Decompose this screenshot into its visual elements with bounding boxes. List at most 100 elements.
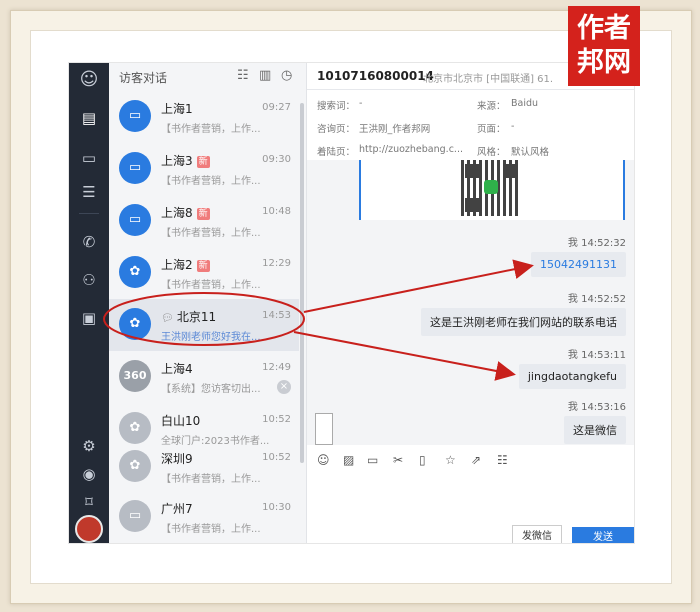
list-item[interactable]: ▭ 上海8 新 10:48 【书作者营销，上作... — [109, 195, 299, 247]
user-avatar[interactable] — [75, 515, 103, 543]
message-input[interactable]: 发微信 发送 — [307, 413, 634, 543]
visitor-time: 12:49 — [262, 362, 291, 373]
message-bubble: 这是王洪刚老师在我们网站的联系电话 — [421, 308, 626, 336]
visitor-name: 上海4 — [161, 362, 193, 376]
baidu-paw-icon: ✿ — [119, 308, 151, 340]
source-label: 来源： — [477, 101, 506, 112]
visitor-time: 09:30 — [262, 154, 291, 165]
watermark-line1: 作者 — [577, 13, 631, 44]
app-logo-icon: ☺ — [79, 69, 99, 90]
globe-icon[interactable]: ◉ — [78, 463, 100, 485]
visitor-name: 💬︎ 北京11 — [161, 310, 217, 324]
bookmark-icon[interactable]: ▯ — [419, 453, 426, 467]
visitor-location: 北京市北京市 [中国联通] 61. — [423, 74, 554, 85]
visitor-time: 10:48 — [262, 206, 291, 217]
scissors-icon[interactable]: ✂ — [393, 453, 403, 467]
filter-icon[interactable]: ☷ — [237, 68, 249, 83]
style-value: 默认风格 — [511, 147, 550, 158]
visitor-name: 上海8 新 — [161, 206, 210, 220]
message-bubble: jingdaotangkefu — [518, 364, 626, 389]
visitor-time: 10:30 — [262, 502, 291, 513]
landing-page-value[interactable]: http://zuozhebang.c... — [359, 144, 463, 155]
search-keyword-value: - — [359, 98, 363, 109]
close-icon[interactable]: × — [277, 380, 291, 394]
list-item[interactable]: ✿ 上海2 新 12:29 【书作者营销，上作... — [109, 247, 299, 299]
star-icon[interactable]: ☆ — [445, 453, 456, 467]
visitor-time: 10:52 — [262, 414, 291, 425]
watermark-logo: 作者 邦网 — [568, 6, 640, 86]
visitor-preview: 【书作者营销，上作... — [161, 228, 261, 239]
browser-360-icon: 360 — [119, 360, 151, 392]
text-cursor — [315, 413, 333, 445]
visitor-preview: 【书作者营销，上作... — [161, 176, 261, 187]
message-bubble: 这是微信 — [564, 416, 626, 444]
comment-icon: 💬︎ — [161, 313, 177, 324]
visitor-time: 12:29 — [262, 258, 291, 269]
consult-page-label: 咨询页： — [317, 124, 356, 135]
list-item-selected[interactable]: ✿ 💬︎ 北京11 14:53 王洪刚老师您好我在... — [109, 299, 299, 351]
visitor-preview: 王洪刚老师您好我在... — [161, 332, 261, 343]
conversation-list: 访客对话 ☷ ▥ ◷ ▭ 上海1 09:27 【书作者营销，上作... ▭ 上海… — [109, 63, 307, 543]
visitor-preview: 【书作者营销，上作... — [161, 474, 261, 485]
message-meta: 我 14:53:16 — [567, 402, 626, 413]
baidu-paw-icon: ✿ — [119, 450, 151, 482]
consult-page-value[interactable]: 王洪刚_作者邦网 — [359, 121, 430, 135]
phone-icon[interactable]: ✆ — [78, 231, 100, 253]
visitor-preview: 【书作者营销，上作... — [161, 524, 261, 535]
bag-icon[interactable]: ▥ — [259, 68, 271, 83]
send-wechat-button[interactable]: 发微信 — [512, 525, 562, 543]
visitor-time: 09:27 — [262, 102, 291, 113]
settings-icon[interactable]: ⚙ — [78, 435, 100, 457]
visitor-time: 10:52 — [262, 452, 291, 463]
visitor-preview: 【书作者营销，上作... — [161, 124, 261, 135]
message-meta: 我 14:52:52 — [567, 294, 626, 305]
list-item[interactable]: ▭ 广州7 10:30 【书作者营销，上作... — [109, 491, 299, 543]
message-area: 我 14:52:32 15042491131 我 14:52:52 这是王洪刚老… — [307, 160, 634, 445]
visitor-preview: 【系统】您访客切出... — [161, 384, 261, 395]
baidu-paw-icon: ✿ — [119, 256, 151, 288]
list-item[interactable]: ▭ 上海3 新 09:30 【书作者营销，上作... — [109, 143, 299, 195]
list-item[interactable]: ▭ 上海1 09:27 【书作者营销，上作... — [109, 91, 299, 143]
visitor-name: 上海1 — [161, 102, 193, 116]
message-meta: 我 14:52:32 — [567, 238, 626, 249]
list-item[interactable]: ✿ 深圳9 10:52 【书作者营销，上作... — [109, 441, 299, 493]
visitor-id: 10107160800014 — [317, 69, 434, 83]
list-item[interactable]: 360 上海4 12:49 【系统】您访客切出... × — [109, 351, 299, 403]
style-label: 风格： — [477, 147, 506, 158]
visitor-preview: 【书作者营销，上作... — [161, 280, 261, 291]
list-scrollbar[interactable] — [300, 103, 304, 463]
visitor-name: 上海2 新 — [161, 258, 210, 272]
monitor-device-icon[interactable]: ▭ — [78, 147, 100, 169]
baidu-paw-icon: ✿ — [119, 412, 151, 444]
document-icon[interactable]: ☷ — [497, 453, 508, 467]
visitor-name: 深圳9 — [161, 452, 193, 466]
monitor-icon: ▭ — [119, 204, 151, 236]
folder-icon[interactable]: ▭ — [367, 453, 378, 467]
source-value: Baidu — [511, 98, 539, 109]
rail-divider — [79, 213, 99, 214]
card-icon[interactable]: ☰ — [78, 181, 100, 203]
monitor-icon: ▭ — [119, 100, 151, 132]
page-value: - — [511, 121, 515, 132]
ticket-icon[interactable]: ▣ — [78, 307, 100, 329]
visitor-name: 广州7 — [161, 502, 193, 516]
emoji-icon[interactable]: ☺ — [317, 453, 330, 467]
message-bubble: 15042491131 — [531, 252, 626, 277]
visitor-info: 搜索词： - 来源： Baidu 咨询页： 王洪刚_作者邦网 页面： - 着陆页… — [307, 90, 634, 160]
landing-page-label: 着陆页： — [317, 147, 356, 158]
search-keyword-label: 搜索词： — [317, 101, 356, 112]
clock-icon[interactable]: ◷ — [281, 68, 292, 83]
chat-panel: 10107160800014 北京市北京市 [中国联通] 61. 搜索词： - … — [307, 63, 634, 543]
feedback-icon[interactable]: ⌑ — [78, 491, 100, 513]
chat-icon[interactable]: ▤ — [78, 107, 100, 129]
new-badge: 新 — [196, 259, 210, 272]
monitor-icon: ▭ — [119, 500, 151, 532]
input-toolbar: ☺ ▨ ▭ ✂ ▯ ☆ ⇗ ☷ — [307, 453, 634, 473]
visitor-name: 上海3 新 — [161, 154, 210, 168]
chat-app-window: ☺ ▤ ▭ ☰ ✆ ⚇ ▣ ⚙ ◉ ⌑ 访客对话 ☷ ▥ ◷ ▭ 上海1 09:… — [68, 62, 635, 544]
send-button[interactable]: 发送 — [572, 527, 634, 543]
monitor-icon: ▭ — [119, 152, 151, 184]
external-link-icon[interactable]: ⇗ — [471, 453, 481, 467]
image-icon[interactable]: ▨ — [343, 453, 354, 467]
contacts-icon[interactable]: ⚇ — [78, 269, 100, 291]
